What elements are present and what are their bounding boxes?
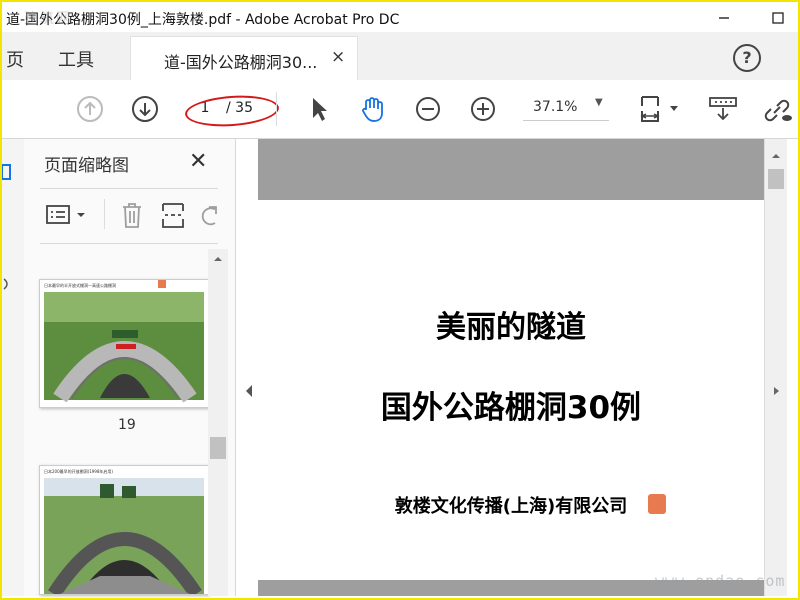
prev-page-icon[interactable]	[75, 94, 105, 124]
nav-icons[interactable]	[2, 139, 24, 299]
toolbar: 1 / 35 37.1% ▼	[2, 80, 798, 139]
panel-title: 页面缩略图	[44, 156, 129, 176]
select-arrow-icon[interactable]	[304, 94, 334, 124]
next-page-icon[interactable]	[130, 94, 160, 124]
help-icon[interactable]: ?	[733, 44, 761, 72]
scroll-up-icon[interactable]	[208, 253, 228, 265]
fit-page-icon[interactable]	[638, 94, 682, 124]
menu-home[interactable]: 页	[6, 46, 24, 72]
divider	[40, 243, 218, 244]
toolbar-divider	[276, 92, 277, 126]
undo-icon[interactable]	[200, 201, 220, 233]
tunnel-photo-image	[44, 478, 204, 594]
maximize-icon[interactable]	[762, 6, 794, 30]
menu-tools[interactable]: 工具	[58, 46, 94, 72]
panel-close-icon[interactable]: ✕	[189, 149, 207, 174]
thumbnails-panel: 页面缩略图 ✕ 日本最早的半开放式棚洞—高速公路棚洞 19 日本200最早的开放…	[24, 139, 236, 596]
panel-scrollbar[interactable]	[208, 249, 228, 596]
zoom-select[interactable]: 37.1% ▼	[523, 96, 609, 121]
document-tab[interactable]: 道-国外公路棚洞30... ×	[130, 36, 358, 81]
viewer-scrollbar[interactable]	[764, 139, 787, 596]
document-subheading: 国外公路棚洞30例	[380, 390, 642, 426]
document-heading: 美丽的隧道	[436, 310, 586, 345]
watermark-top: 建筑网	[24, 11, 72, 27]
zoom-in-icon[interactable]	[468, 94, 498, 124]
scroll-right-icon[interactable]	[765, 384, 787, 398]
chevron-down-icon: ▼	[595, 97, 603, 108]
watermark-bottom: www.ondao.com	[655, 572, 786, 590]
menu-bar: 页 工具	[2, 32, 798, 81]
zoom-out-icon[interactable]	[413, 94, 443, 124]
share-link-icon[interactable]	[762, 94, 792, 124]
title-bar: 道-国外公路棚洞30例_上海敦楼.pdf - Adobe Acrobat Pro…	[2, 2, 798, 32]
divider	[104, 199, 105, 229]
extract-pages-icon[interactable]	[160, 201, 186, 233]
page-thumbnail-20[interactable]: 日本200最早的开放棚洞(1998年启用)	[39, 465, 209, 595]
thumbnail-page-number: 19	[118, 417, 136, 433]
trash-icon[interactable]	[120, 201, 144, 233]
navigation-strip	[2, 139, 25, 596]
scroll-up-icon[interactable]	[765, 149, 787, 163]
zoom-value: 37.1%	[533, 99, 578, 115]
document-viewer: 美丽的隧道 国外公路棚洞30例 敦楼文化传播(上海)有限公司	[258, 139, 764, 596]
company-name: 敦楼文化传播(上海)有限公司	[394, 496, 628, 517]
scroll-mode-icon[interactable]	[708, 94, 738, 124]
pdf-page: 美丽的隧道 国外公路棚洞30例 敦楼文化传播(上海)有限公司	[258, 200, 764, 580]
thumbnail-options-icon[interactable]	[46, 203, 90, 231]
tab-label: 道-国外公路棚洞30...	[164, 53, 318, 72]
tab-close-icon[interactable]: ×	[331, 47, 345, 67]
hand-tool-icon[interactable]	[357, 94, 387, 124]
panel-scrollbar-thumb[interactable]	[210, 437, 226, 459]
company-seal	[648, 494, 666, 514]
panel-collapse-handle[interactable]	[236, 139, 258, 596]
page-thumbnail-19[interactable]: 日本最早的半开放式棚洞—高速公路棚洞	[39, 279, 209, 408]
tunnel-photo-image	[44, 280, 204, 403]
divider	[40, 188, 218, 189]
viewer-scrollbar-thumb[interactable]	[768, 169, 784, 189]
minimize-icon[interactable]	[708, 6, 740, 30]
